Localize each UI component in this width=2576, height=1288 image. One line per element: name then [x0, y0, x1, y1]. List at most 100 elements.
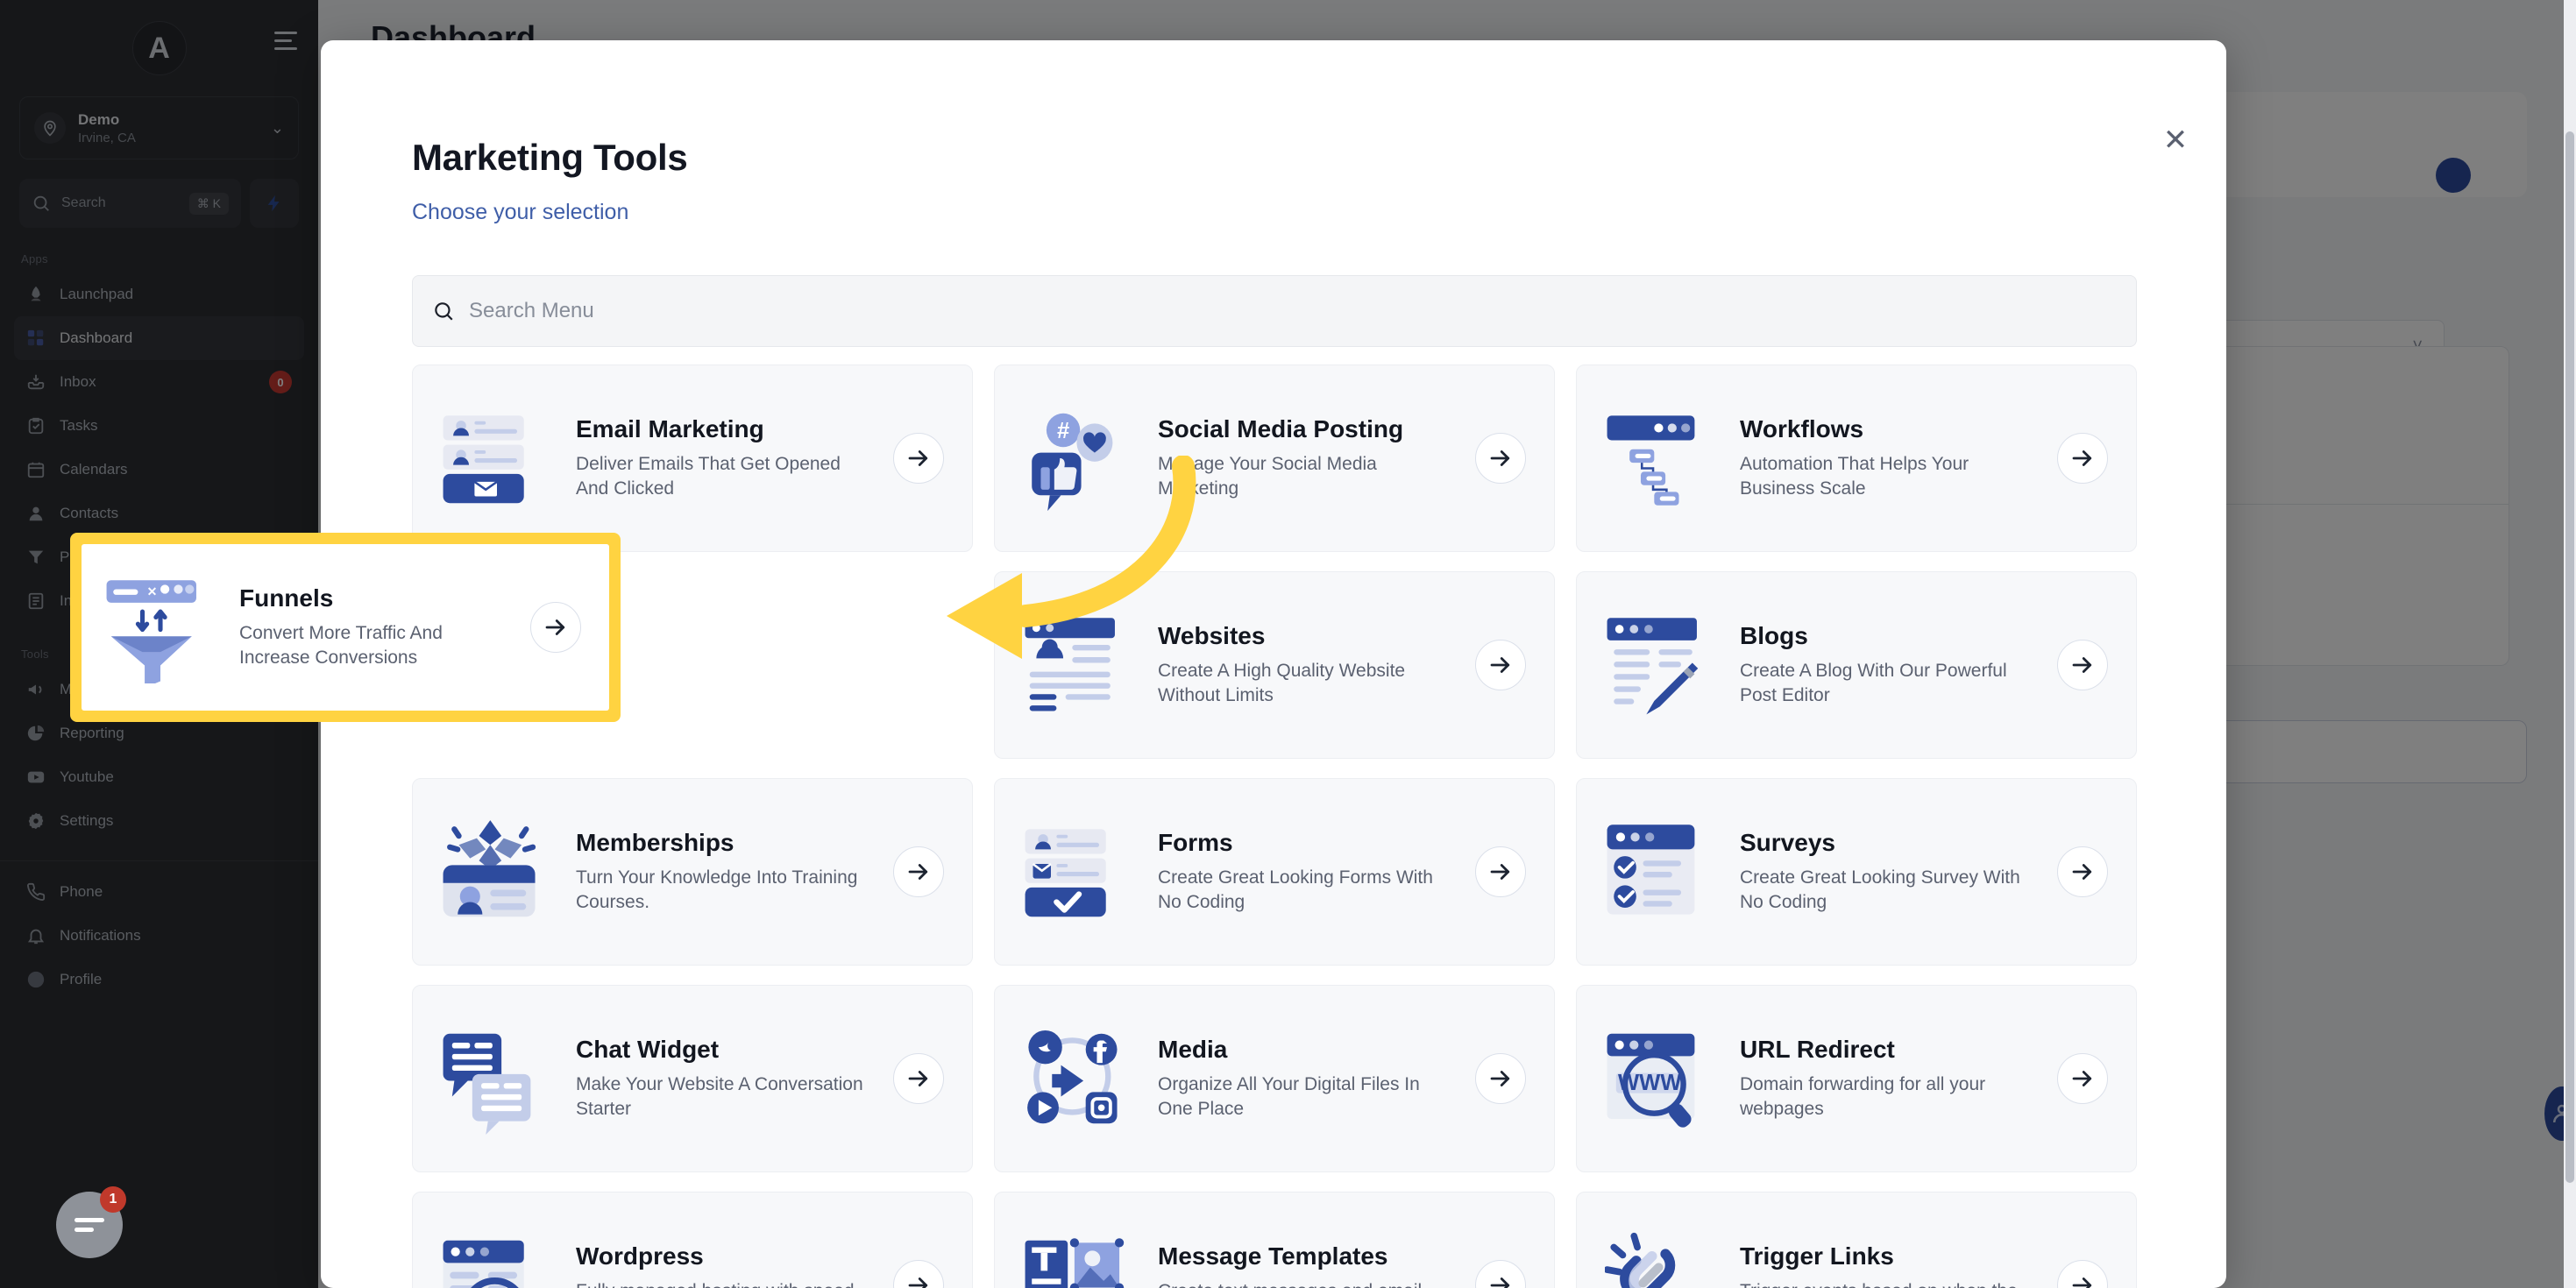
- tool-card-title: Social Media Posting: [1158, 414, 1404, 442]
- arrow-right-icon[interactable]: [2057, 1053, 2108, 1104]
- arrow-right-icon[interactable]: [2057, 433, 2108, 484]
- media-icon: [1023, 1023, 1135, 1135]
- tool-card-text: Funnels Convert More Traffic And Increase…: [239, 584, 507, 671]
- tool-card-text: Memberships Turn Your Knowledge Into Trai…: [576, 829, 870, 916]
- arrow-right-icon[interactable]: [893, 433, 944, 484]
- page-title: Marketing Tools: [412, 137, 688, 178]
- page-scrollbar-track[interactable]: [2564, 0, 2576, 1288]
- tool-card-text: Blogs Create A Blog With Our Powerful Pos…: [1740, 622, 2034, 709]
- tool-card-description: Organize All Your Digital Files In One P…: [1158, 1073, 1420, 1119]
- support-chat-button[interactable]: 1: [56, 1186, 126, 1258]
- tool-card-title: Blogs: [1740, 621, 1808, 649]
- workflows-icon: [1605, 402, 1717, 514]
- email-marketing-icon: [441, 402, 553, 514]
- tool-card-trigger-links[interactable]: Trigger Links Trigger events based on whe…: [1576, 1192, 2137, 1288]
- close-icon[interactable]: ✕: [2158, 124, 2193, 159]
- tool-card-text: Message Templates Create text messages an…: [1158, 1242, 1452, 1288]
- tool-card-description: Deliver Emails That Get Opened And Click…: [576, 453, 841, 499]
- modal-subtitle: Choose your selection: [412, 200, 629, 224]
- surveys-icon: [1605, 816, 1717, 928]
- tool-card-social-media-posting[interactable]: # Social Media Posting Manage Your Social…: [994, 364, 1555, 552]
- chat-widget-icon: [441, 1023, 553, 1135]
- tool-card-description: Create A Blog With Our Powerful Post Edi…: [1740, 660, 2007, 705]
- tool-card-memberships[interactable]: Memberships Turn Your Knowledge Into Trai…: [412, 778, 973, 966]
- blogs-icon: [1605, 609, 1717, 721]
- svg-text:#: #: [1057, 419, 1069, 443]
- tool-card-description: Manage Your Social Media Marketing: [1158, 453, 1377, 499]
- tool-card-description: Domain forwarding for all your webpages: [1740, 1073, 1986, 1119]
- arrow-right-icon[interactable]: [893, 1260, 944, 1288]
- tool-card-wordpress[interactable]: Wordpress Fully managed hosting with spee…: [412, 1192, 973, 1288]
- tool-card-title: Message Templates: [1158, 1242, 1388, 1270]
- tool-card-email-marketing[interactable]: Email Marketing Deliver Emails That Get O…: [412, 364, 973, 552]
- tool-card-description: Make Your Website A Conversation Starter: [576, 1073, 863, 1119]
- tool-card-description: Fully managed hosting with speed and sup…: [576, 1279, 865, 1288]
- tool-card-description: Create text messages and email templates: [1158, 1279, 1447, 1288]
- page-scrollbar-thumb[interactable]: [2565, 131, 2574, 1183]
- tool-card-description: Create Great Looking Forms With No Codin…: [1158, 867, 1433, 912]
- tool-card-title: Forms: [1158, 828, 1233, 856]
- tool-card-text: Email Marketing Deliver Emails That Get O…: [576, 415, 870, 502]
- tool-card-websites[interactable]: Websites Create A High Quality Website Wi…: [994, 571, 1555, 759]
- trigger-links-icon: [1603, 1229, 1717, 1288]
- arrow-right-icon[interactable]: [1475, 640, 1526, 690]
- tool-card-description: Create A High Quality Website Without Li…: [1158, 660, 1406, 705]
- arrow-right-icon[interactable]: [2057, 846, 2108, 897]
- tool-card-title: Media: [1158, 1035, 1228, 1063]
- tool-card-title: Chat Widget: [576, 1035, 720, 1063]
- svg-text:✕: ✕: [147, 584, 158, 598]
- message-templates-icon: A: [1023, 1229, 1135, 1288]
- social-media-icon: #: [1023, 402, 1135, 514]
- arrow-right-icon[interactable]: [893, 846, 944, 897]
- tool-card-funnels[interactable]: ✕ Funnels Convert More Traffic And Increa…: [82, 544, 609, 711]
- tool-card-text: Social Media Posting Manage Your Social M…: [1158, 415, 1452, 502]
- tool-card-media[interactable]: Media Organize All Your Digital Files In …: [994, 985, 1555, 1172]
- arrow-right-icon[interactable]: [1475, 1053, 1526, 1104]
- tool-card-message-templates[interactable]: A Message Templates Create text messages …: [994, 1192, 1555, 1288]
- tool-card-text: Trigger Links Trigger events based on whe…: [1740, 1242, 2034, 1288]
- tool-card-title: Wordpress: [576, 1242, 704, 1270]
- tool-card-text: Media Organize All Your Digital Files In …: [1158, 1036, 1452, 1122]
- arrow-right-icon[interactable]: [1475, 1260, 1526, 1288]
- tool-card-title: Trigger Links: [1740, 1242, 1894, 1270]
- search-menu-input[interactable]: Search Menu: [412, 275, 2137, 347]
- tool-card-text: Surveys Create Great Looking Survey With …: [1740, 829, 2034, 916]
- tools-grid: Email Marketing Deliver Emails That Get O…: [412, 364, 2137, 1288]
- tool-card-title: Funnels: [239, 584, 334, 612]
- tool-card-title: Websites: [1158, 621, 1266, 649]
- tool-card-description: Turn Your Knowledge Into Training Course…: [576, 867, 858, 912]
- funnels-icon: ✕: [104, 571, 216, 689]
- arrow-right-icon[interactable]: [893, 1053, 944, 1104]
- tool-card-text: URL Redirect Domain forwarding for all yo…: [1740, 1036, 2034, 1122]
- arrow-right-icon[interactable]: [2057, 640, 2108, 690]
- tool-card-url-redirect[interactable]: WWW URL Redirect Domain forwarding for al…: [1576, 985, 2137, 1172]
- tool-card-description: Automation That Helps Your Business Scal…: [1740, 453, 1969, 499]
- chat-line-1: [75, 1218, 104, 1222]
- highlight-box-funnels: ✕ Funnels Convert More Traffic And Increa…: [70, 533, 621, 722]
- tool-card-text: Websites Create A High Quality Website Wi…: [1158, 622, 1452, 709]
- tool-card-text: Chat Widget Make Your Website A Conversat…: [576, 1036, 870, 1122]
- tool-card-chat-widget[interactable]: Chat Widget Make Your Website A Conversat…: [412, 985, 973, 1172]
- arrow-right-icon[interactable]: [1475, 433, 1526, 484]
- tool-card-title: Workflows: [1740, 414, 1864, 442]
- url-redirect-icon: WWW: [1605, 1023, 1717, 1135]
- arrow-right-icon[interactable]: [530, 602, 581, 653]
- tool-card-description: Trigger events based on when the link is…: [1740, 1279, 2029, 1288]
- chat-badge: 1: [100, 1186, 126, 1213]
- tool-card-title: Memberships: [576, 828, 734, 856]
- arrow-right-icon[interactable]: [1475, 846, 1526, 897]
- chat-line-2: [75, 1228, 94, 1232]
- tool-card-forms[interactable]: Forms Create Great Looking Forms With No …: [994, 778, 1555, 966]
- tool-card-surveys[interactable]: Surveys Create Great Looking Survey With …: [1576, 778, 2137, 966]
- forms-icon: [1023, 816, 1135, 928]
- websites-icon: [1023, 609, 1135, 721]
- wordpress-icon: [441, 1229, 553, 1288]
- tool-card-workflows[interactable]: Workflows Automation That Helps Your Busi…: [1576, 364, 2137, 552]
- tool-card-title: Email Marketing: [576, 414, 764, 442]
- tool-card-description: Create Great Looking Survey With No Codi…: [1740, 867, 2020, 912]
- tool-card-blogs[interactable]: Blogs Create A Blog With Our Powerful Pos…: [1576, 571, 2137, 759]
- search-icon: [435, 302, 453, 321]
- search-menu-placeholder: Search Menu: [469, 299, 594, 322]
- tool-card-text: Wordpress Fully managed hosting with spee…: [576, 1242, 870, 1288]
- arrow-right-icon[interactable]: [2057, 1260, 2108, 1288]
